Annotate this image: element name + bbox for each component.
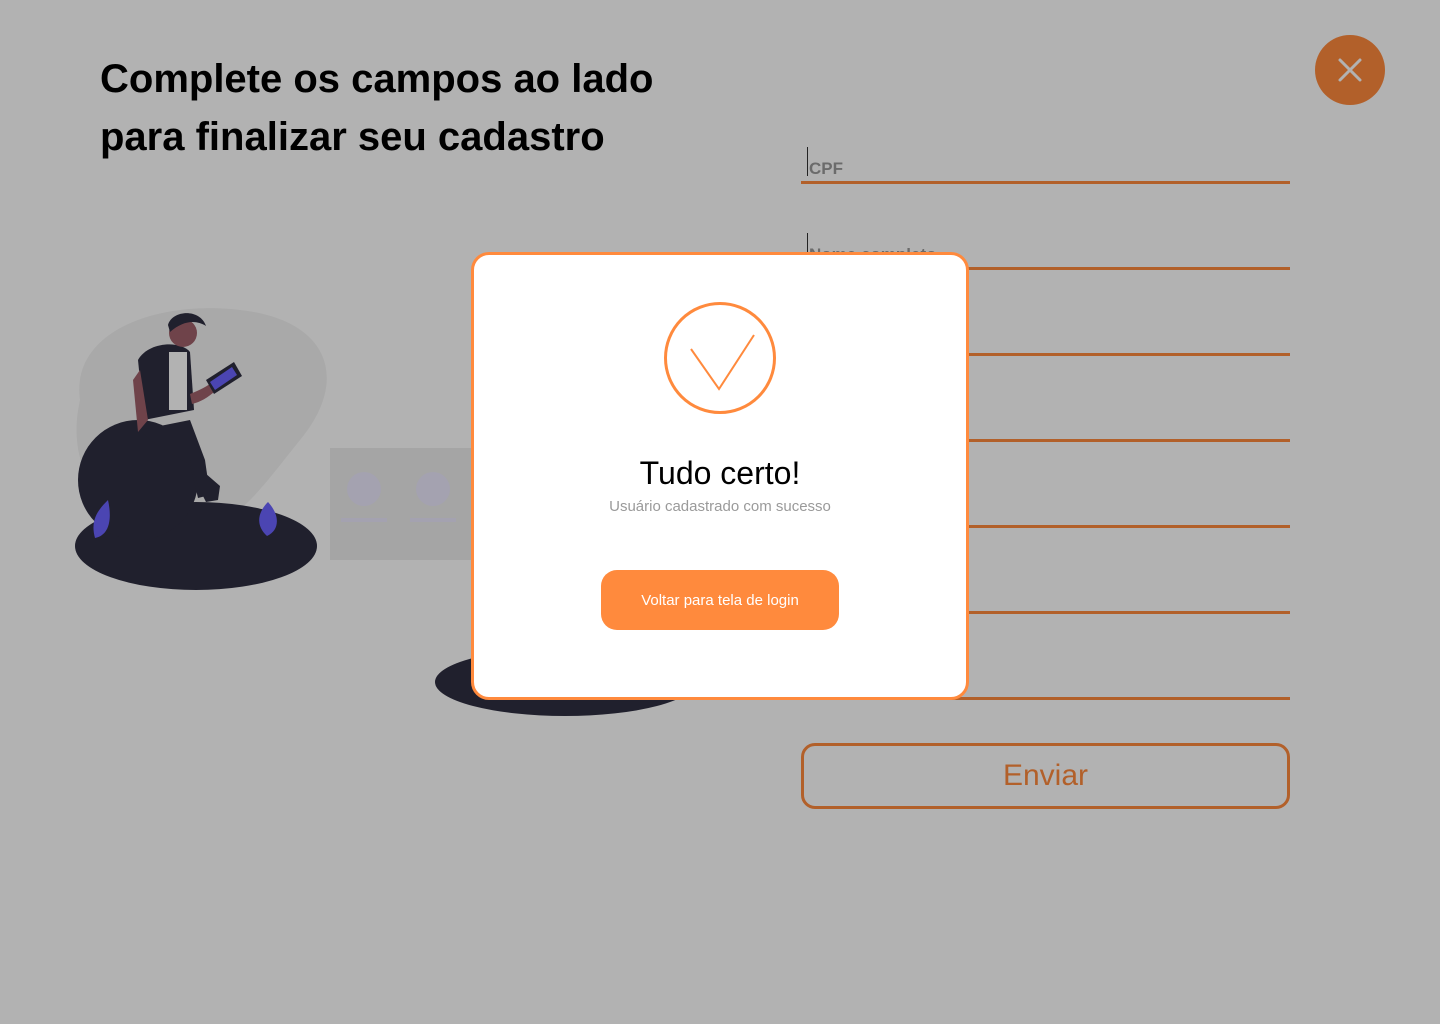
checkmark-icon bbox=[690, 334, 755, 391]
success-modal: Tudo certo! Usuário cadastrado com suces… bbox=[471, 252, 969, 700]
success-icon-circle bbox=[664, 302, 776, 414]
modal-subtitle: Usuário cadastrado com sucesso bbox=[609, 498, 831, 515]
modal-title: Tudo certo! bbox=[639, 455, 801, 491]
back-to-login-button[interactable]: Voltar para tela de login bbox=[601, 570, 839, 630]
